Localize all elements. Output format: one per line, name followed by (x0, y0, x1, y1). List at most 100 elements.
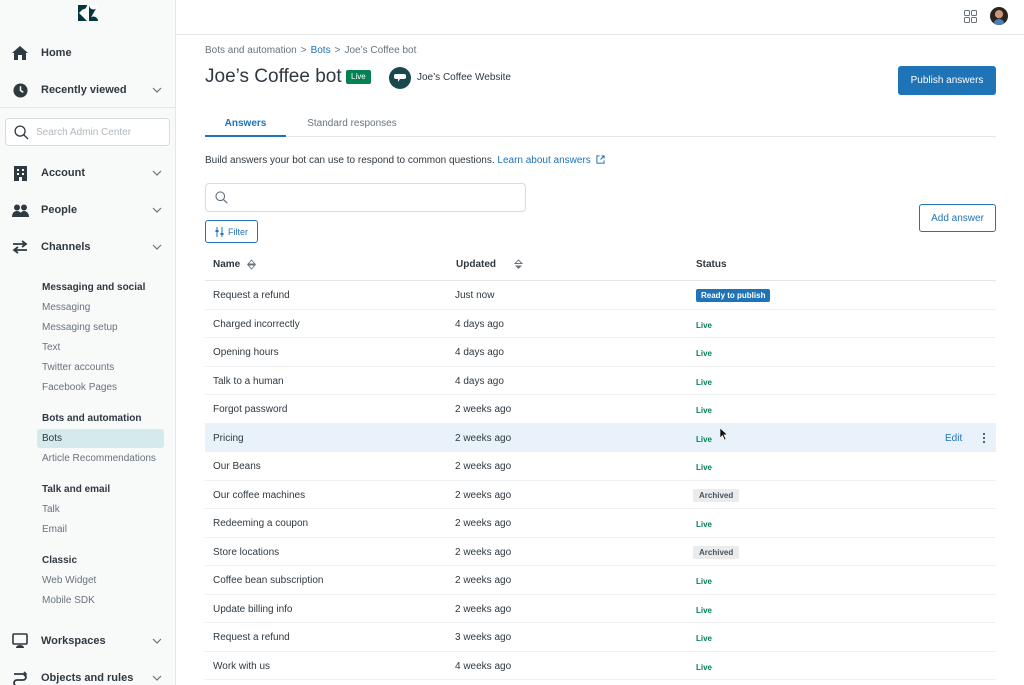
answer-updated: 3 weeks ago (455, 632, 512, 643)
column-header-status: Status (696, 259, 727, 270)
products-grid-icon[interactable] (964, 10, 977, 23)
table-row[interactable]: Update billing info 2 weeks ago Live (205, 595, 996, 623)
admin-search-field[interactable] (5, 118, 170, 146)
table-row[interactable]: Our Beans 2 weeks ago Live (205, 452, 996, 481)
sidebar-item-account[interactable]: Account (0, 158, 176, 188)
search-icon (14, 125, 29, 140)
status-badge: Archived (693, 488, 740, 502)
sidebar-subitem-web-widget[interactable]: Web Widget (42, 575, 96, 586)
zendesk-logo[interactable] (78, 5, 98, 21)
edit-answer-link[interactable]: Edit (945, 433, 962, 444)
status-badge: Live (696, 662, 713, 672)
column-label: Updated (456, 259, 496, 270)
answer-name[interactable]: Redeeming a coupon (213, 518, 308, 529)
channel-name: Joe’s Coffee Website (417, 72, 511, 83)
sidebar-subitem-bots[interactable]: Bots (37, 429, 164, 448)
status-badge: Live (696, 349, 713, 358)
page-title: Joe’s Coffee bot (205, 66, 342, 87)
answer-name[interactable]: Coffee bean subscription (213, 575, 323, 586)
sidebar-item-people[interactable]: People (0, 195, 176, 225)
table-row[interactable]: Talk to a human 4 days ago Live (205, 367, 996, 395)
sidebar-subitem-twitter-accounts[interactable]: Twitter accounts (42, 362, 114, 373)
status-badge: Live (696, 577, 713, 586)
sidebar-group-heading: Messaging and social (42, 282, 146, 293)
user-avatar[interactable] (990, 7, 1008, 25)
column-header-name[interactable]: Name (213, 259, 257, 270)
sidebar-item-objects-and-rules[interactable]: Objects and rules (0, 663, 176, 685)
table-row[interactable]: Request a refund 3 weeks ago Live (205, 623, 996, 652)
table-row[interactable]: Forgot password 2 weeks ago Live (205, 395, 996, 424)
sidebar-item-label: Account (41, 167, 85, 179)
answer-updated: 2 weeks ago (455, 603, 512, 615)
answer-name[interactable]: Forgot password (213, 404, 287, 415)
sidebar-subitem-talk[interactable]: Talk (42, 504, 60, 515)
filter-button[interactable]: Filter (205, 220, 258, 243)
column-header-updated[interactable]: Updated (456, 259, 523, 270)
sidebar-subitem-email[interactable]: Email (42, 524, 67, 535)
sidebar-item-channels[interactable]: Channels (0, 232, 176, 262)
answer-name[interactable]: Store locations (213, 547, 279, 558)
answer-updated: 2 weeks ago (455, 575, 512, 586)
column-label: Status (696, 259, 727, 270)
sidebar-item-label: People (41, 204, 78, 216)
table-body: Request a refund Just now Ready to publish… (205, 281, 996, 680)
answer-updated: 2 weeks ago (455, 461, 512, 472)
admin-search-input[interactable] (36, 123, 166, 141)
table-row[interactable]: Redeeming a coupon 2 weeks ago Live (205, 509, 996, 538)
tab-answers[interactable]: Answers (205, 110, 286, 137)
table-row[interactable]: Store locations 2 weeks ago Archived (205, 538, 996, 566)
status-badge: Archived (693, 545, 740, 559)
filter-sliders-icon (215, 226, 224, 237)
learn-about-answers-link[interactable]: Learn about answers (497, 155, 605, 166)
add-answer-button[interactable]: Add answer (919, 204, 996, 232)
tab-standard-responses[interactable]: Standard responses (299, 110, 405, 137)
sidebar: Home Recently viewed Account People (0, 0, 176, 685)
sidebar-group-heading: Bots and automation (42, 413, 142, 424)
breadcrumb-link-bots[interactable]: Bots (311, 45, 331, 56)
clock-icon (11, 81, 29, 99)
tab-bar: Answers Standard responses (205, 110, 996, 137)
publish-answers-button[interactable]: Publish answers (898, 66, 996, 95)
sidebar-item-label: Recently viewed (41, 84, 127, 96)
answer-name[interactable]: Talk to a human (213, 376, 284, 387)
table-row[interactable]: Request a refund Just now Ready to publish (205, 281, 996, 310)
sidebar-subitem-text[interactable]: Text (42, 342, 60, 353)
sidebar-item-recently-viewed[interactable]: Recently viewed (0, 75, 176, 105)
answer-name[interactable]: Our Beans (213, 461, 261, 472)
sidebar-item-home[interactable]: Home (0, 38, 176, 68)
table-row[interactable]: Opening hours 4 days ago Live (205, 338, 996, 367)
answer-name[interactable]: Charged incorrectly (213, 319, 300, 330)
people-icon (11, 201, 29, 219)
arrows-icon (11, 238, 29, 256)
sidebar-item-label: Objects and rules (41, 672, 134, 684)
answer-name[interactable]: Our coffee machines (213, 490, 305, 501)
building-icon (11, 164, 29, 182)
sidebar-subitem-facebook-pages[interactable]: Facebook Pages (42, 382, 117, 393)
status-badge: Ready to publish (696, 289, 771, 302)
answer-updated: 2 weeks ago (455, 518, 512, 529)
sidebar-subitem-messaging-setup[interactable]: Messaging setup (42, 322, 118, 333)
answer-name[interactable]: Request a refund (213, 632, 290, 643)
table-row[interactable]: Charged incorrectly 4 days ago Live (205, 310, 996, 338)
answer-name[interactable]: Update billing info (213, 604, 293, 615)
answers-search-input[interactable] (234, 189, 519, 207)
breadcrumb-item: Bots and automation (205, 45, 297, 56)
table-row[interactable]: Coffee bean subscription 2 weeks ago Live (205, 566, 996, 595)
answer-updated: 4 days ago (455, 347, 504, 358)
table-row[interactable]: Our coffee machines 2 weeks ago Archived (205, 481, 996, 509)
more-options-icon[interactable] (979, 432, 989, 444)
table-row[interactable]: Pricing 2 weeks ago Live Edit (205, 423, 996, 452)
answer-name[interactable]: Opening hours (213, 347, 279, 358)
answers-search-field[interactable] (205, 183, 526, 212)
answer-name[interactable]: Pricing (213, 433, 244, 444)
table-header: Name Updated Status (205, 250, 996, 281)
sidebar-subitem-mobile-sdk[interactable]: Mobile SDK (42, 595, 95, 606)
sidebar-subitem-messaging[interactable]: Messaging (42, 302, 90, 313)
page-description: Build answers your bot can use to respon… (205, 155, 605, 166)
sidebar-item-workspaces[interactable]: Workspaces (0, 626, 176, 656)
table-row[interactable]: Work with us 4 weeks ago Live (205, 652, 996, 680)
sidebar-subitem-article-recommendations[interactable]: Article Recommendations (42, 453, 156, 464)
answer-name[interactable]: Work with us (213, 661, 270, 672)
answer-name[interactable]: Request a refund (213, 290, 290, 301)
breadcrumb-current: Joe’s Coffee bot (344, 45, 417, 56)
